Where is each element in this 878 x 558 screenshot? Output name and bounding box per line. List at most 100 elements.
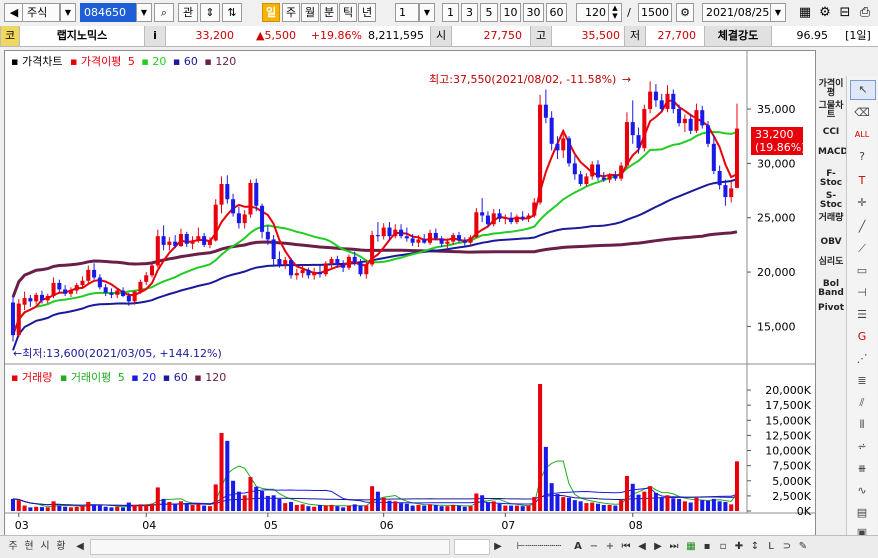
line-tool-icon[interactable]: ╱ bbox=[850, 218, 874, 236]
volume-bar bbox=[671, 498, 676, 511]
horizontal-scrollbar[interactable] bbox=[90, 539, 450, 555]
scroll-thumb[interactable] bbox=[454, 539, 490, 555]
period-button[interactable]: 틱 bbox=[339, 3, 357, 22]
bottom-tab[interactable]: 황 bbox=[54, 539, 68, 555]
indicator-item[interactable]: 심리도 bbox=[818, 258, 844, 267]
pin-icon[interactable]: ✎ bbox=[796, 539, 810, 555]
display-count-input[interactable]: 120 bbox=[576, 3, 610, 22]
period-button[interactable]: 주 bbox=[282, 3, 300, 22]
info-button[interactable]: i bbox=[144, 26, 166, 46]
parallel-lines-icon[interactable]: ☰ bbox=[850, 306, 874, 324]
candle-body bbox=[39, 294, 44, 301]
first-icon[interactable]: ⏮ bbox=[620, 539, 632, 555]
gear-icon[interactable]: ⚙ bbox=[816, 3, 834, 22]
horizontal-line-icon[interactable]: ⊣ bbox=[850, 284, 874, 302]
save-icon[interactable]: ▪ bbox=[700, 539, 714, 555]
bottom-tab[interactable]: 시 bbox=[38, 539, 52, 555]
scroll-icon[interactable]: ⇅ bbox=[222, 3, 242, 22]
quick-count-button[interactable]: 5 bbox=[480, 3, 498, 22]
market-select[interactable]: 주식 bbox=[22, 3, 60, 22]
scroll-right-icon[interactable]: ▶ bbox=[492, 539, 504, 555]
stepper-icon[interactable]: ⇕ bbox=[200, 3, 220, 22]
eraser-icon[interactable]: ⌫ bbox=[850, 104, 874, 122]
max-note-arrow: → bbox=[622, 73, 631, 86]
channel-icon[interactable]: ⧻ bbox=[850, 460, 874, 478]
indicator-item[interactable]: S-Stoc bbox=[818, 192, 844, 210]
bars-icon[interactable]: ▤ bbox=[850, 504, 874, 522]
settings-small-icon[interactable]: ⚙ bbox=[676, 3, 694, 22]
prev-icon[interactable]: ◀ bbox=[636, 539, 648, 555]
period-button[interactable]: 일 bbox=[262, 3, 280, 22]
layout-icon[interactable]: ⊟ bbox=[836, 3, 854, 22]
volume-bar bbox=[700, 500, 705, 511]
bottom-tab[interactable]: 현 bbox=[22, 539, 36, 555]
andrews-pitchfork-icon[interactable]: ⫽ bbox=[850, 394, 874, 412]
fibonacci-icon[interactable]: ≣ bbox=[850, 372, 874, 390]
code-dropdown-icon[interactable]: ▼ bbox=[136, 3, 152, 22]
period-button[interactable]: 월 bbox=[301, 3, 319, 22]
rectangle-icon[interactable]: ▭ bbox=[850, 262, 874, 280]
delete-all-icon[interactable]: ALL bbox=[850, 126, 874, 144]
zoom-in-icon[interactable]: + bbox=[604, 539, 616, 555]
indicator-item[interactable]: OBV bbox=[818, 238, 844, 247]
crosshair-toggle-icon[interactable]: ✚ bbox=[732, 539, 746, 555]
market-dropdown-icon[interactable]: ▼ bbox=[60, 3, 76, 22]
date-input[interactable]: 2021/08/25 bbox=[702, 3, 772, 22]
scale-icon[interactable]: ⊃ bbox=[780, 539, 794, 555]
wave-icon[interactable]: ∿ bbox=[850, 482, 874, 500]
zoom-slider[interactable]: ⊢┄┄┄┄┄┄ bbox=[508, 539, 570, 555]
indicator-item[interactable]: 거래량 bbox=[818, 214, 844, 223]
quick-count-button[interactable]: 1 bbox=[442, 3, 459, 22]
quick-count-button[interactable]: 30 bbox=[523, 3, 544, 22]
volume-bar bbox=[300, 504, 305, 511]
fan-lines-icon[interactable]: ⋰ bbox=[850, 350, 874, 368]
compare-icon[interactable]: ↕ bbox=[748, 539, 762, 555]
gwan-button[interactable]: 관 bbox=[178, 3, 198, 22]
indicator-item[interactable]: CCI bbox=[818, 128, 844, 137]
quick-count-button[interactable]: 3 bbox=[461, 3, 478, 22]
log-scale-icon[interactable]: L bbox=[764, 539, 778, 555]
search-icon[interactable]: ⌕ bbox=[154, 3, 174, 22]
stock-code-input[interactable]: 084650 bbox=[80, 3, 136, 22]
bottom-tab[interactable]: 주 bbox=[6, 539, 20, 555]
candle-body bbox=[700, 110, 705, 126]
indicator-item[interactable]: F-Stoc bbox=[818, 170, 844, 188]
indicator-item[interactable]: MACD bbox=[818, 148, 848, 157]
next-icon[interactable]: ▶ bbox=[652, 539, 664, 555]
lock-icon[interactable]: ▫ bbox=[716, 539, 730, 555]
cursor-icon[interactable]: ↖ bbox=[850, 80, 876, 100]
last-icon[interactable]: ⏭ bbox=[668, 539, 680, 555]
volume-bar bbox=[265, 495, 270, 511]
period-button[interactable]: 년 bbox=[358, 3, 376, 22]
indicator-item[interactable]: 그물차트 bbox=[818, 102, 844, 120]
text-tool-icon[interactable]: T bbox=[850, 172, 874, 190]
gann-icon[interactable]: G bbox=[850, 328, 874, 346]
cycle-lines-icon[interactable]: ⦀ bbox=[850, 416, 874, 434]
quick-count-button[interactable]: 10 bbox=[500, 3, 521, 22]
period-count-dropdown-icon[interactable]: ▼ bbox=[419, 3, 435, 22]
chart-svg[interactable]: 35,000 30,000 25,000 20,000 15,000 20,000K 17… bbox=[5, 51, 815, 539]
prev-stock-icon[interactable]: ◀ bbox=[4, 3, 24, 22]
display-count-stepper[interactable]: ▲ ▼ bbox=[608, 3, 622, 22]
indicator-item[interactable]: Pivot bbox=[818, 304, 844, 313]
total-count-input[interactable]: 1500 bbox=[638, 3, 672, 22]
price-change: ▲5,500 bbox=[256, 29, 296, 42]
trend-line-icon[interactable]: ⟋ bbox=[850, 240, 874, 258]
crosshair-icon[interactable]: ✛ bbox=[850, 194, 874, 212]
date-dropdown-icon[interactable]: ▼ bbox=[770, 3, 786, 22]
speed-lines-icon[interactable]: ⩫ bbox=[850, 438, 874, 456]
candle-body bbox=[694, 110, 699, 131]
indicator-item[interactable]: Bol Band bbox=[818, 280, 844, 298]
indicator-item[interactable]: 가격이평 bbox=[818, 80, 844, 98]
period-count-select[interactable]: 1 bbox=[395, 3, 419, 22]
help-icon[interactable]: ? bbox=[850, 148, 874, 166]
tab-scroll-left-icon[interactable]: ◀ bbox=[74, 539, 86, 555]
excel-icon[interactable]: ▦ bbox=[684, 539, 698, 555]
volume-bar bbox=[584, 503, 589, 511]
period-button[interactable]: 분 bbox=[320, 3, 338, 22]
zoom-out-icon[interactable]: − bbox=[588, 539, 600, 555]
calculator-icon[interactable]: ▦ bbox=[796, 3, 814, 22]
print-icon[interactable]: ⎙ bbox=[856, 3, 874, 22]
quick-count-button[interactable]: 60 bbox=[546, 3, 567, 22]
chart-area[interactable]: 35,000 30,000 25,000 20,000 15,000 20,000K 17… bbox=[4, 50, 816, 540]
